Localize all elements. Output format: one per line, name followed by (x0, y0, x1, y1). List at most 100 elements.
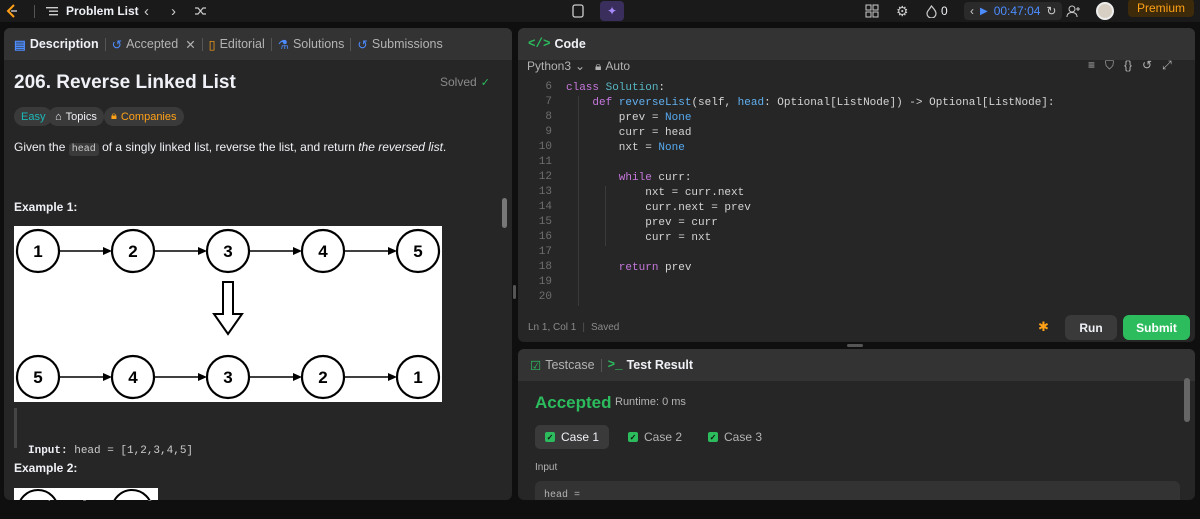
case-3-label: Case 3 (724, 430, 763, 444)
tab-submissions[interactable]: ↺ Submissions (351, 37, 448, 52)
difficulty-badge[interactable]: Easy (14, 107, 53, 126)
case-tab-3[interactable]: ✓ Case 3 (698, 425, 772, 449)
problem-description: Given the head of a singly linked list, … (14, 140, 447, 156)
premium-button[interactable]: Premium (1128, 0, 1194, 17)
layout-icon[interactable] (865, 0, 879, 22)
desc-code-head: head (68, 143, 99, 156)
companies-label: Companies (120, 110, 177, 123)
reset-icon[interactable]: ↺ (1142, 58, 1152, 73)
auto-mode-toggle[interactable]: 🔒︎ Auto (595, 59, 630, 74)
input-value-box: head = (535, 481, 1180, 501)
example-1-diagram: 1 2 3 4 5 5 4 3 2 1 (14, 226, 442, 402)
tab-test-result[interactable]: >_ Test Result (602, 358, 699, 372)
timer-collapse-icon[interactable]: ‹ (970, 4, 974, 18)
ai-sparkle-icon[interactable]: ✦ (600, 1, 624, 21)
node-label: 3 (223, 368, 232, 387)
result-scrollbar[interactable] (1184, 378, 1190, 422)
tab-testcase-label: Testcase (545, 358, 595, 372)
cursor-position: Ln 1, Col 1 (528, 322, 577, 333)
topics-tag[interactable]: ⌂ Topics (48, 107, 104, 126)
flask-icon: ⚗ (277, 37, 289, 52)
timer-reset-icon[interactable]: ↻ (1046, 4, 1056, 18)
result-panel: ☑ Testcase >_ Test Result (518, 349, 1195, 500)
case-tab-2[interactable]: ✓ Case 2 (618, 425, 692, 449)
history-icon: ↺ (111, 37, 123, 52)
code-editor[interactable]: class Solution: def reverseList(self, he… (566, 81, 1055, 306)
braces-icon[interactable]: {} (1124, 58, 1132, 73)
code-line: while curr: (566, 172, 692, 184)
line-number: 12 (538, 171, 552, 183)
code-brackets-icon: </> (528, 37, 551, 51)
problem-title[interactable]: 206. Reverse Linked List (14, 72, 236, 94)
companies-tag[interactable]: 🔒︎ Companies (104, 107, 184, 126)
case-1-label: Case 1 (561, 430, 600, 444)
tab-accepted[interactable]: ↺ Accepted ✕ (106, 37, 202, 52)
line-number: 10 (538, 141, 552, 153)
check-icon: ✓ (708, 432, 718, 442)
book-icon: ▯ (208, 37, 216, 52)
tab-description[interactable]: ▤ Description (8, 37, 105, 52)
problem-list-button[interactable]: Problem List (46, 0, 139, 22)
node-label: 3 (223, 242, 232, 261)
shuffle-icon[interactable] (194, 0, 208, 22)
tab-test-result-label: Test Result (626, 358, 694, 372)
vertical-resize-handle[interactable] (513, 285, 516, 299)
settings-gear-icon[interactable]: ⚙ (896, 0, 909, 22)
check-icon: ✓ (628, 432, 638, 442)
language-select[interactable]: Python3 ⌄ (527, 59, 585, 73)
line-number: 19 (538, 276, 552, 288)
add-user-icon[interactable] (1066, 0, 1081, 22)
solved-label: Solved (440, 75, 477, 89)
notes-icon[interactable] (571, 0, 585, 22)
tab-testcase[interactable]: ☑ Testcase (524, 358, 601, 373)
desc-period: . (442, 140, 447, 154)
line-number: 9 (545, 126, 552, 138)
code-line: return prev (566, 262, 692, 274)
close-tab-icon[interactable]: ✕ (185, 37, 195, 52)
horizontal-resize-handle[interactable] (847, 344, 863, 347)
description-tabs: ▤ Description ↺ Accepted ✕ ▯ Editorial ⚗… (4, 28, 512, 60)
lock-icon: 🔒︎ (111, 110, 117, 122)
leetcode-logo-icon[interactable] (4, 0, 20, 22)
desc-text-2: of a singly linked list, reverse the lis… (102, 140, 355, 154)
case-tab-1[interactable]: ✓ Case 1 (535, 425, 610, 449)
format-icon[interactable]: ≡ (1088, 58, 1095, 73)
lock-icon: 🔒︎ (595, 59, 602, 73)
topics-label: Topics (65, 110, 97, 123)
example-2-heading: Example 2: (14, 461, 78, 475)
submit-button[interactable]: Submit (1123, 315, 1190, 340)
play-icon[interactable]: ▶ (980, 6, 988, 17)
runtime-label: Runtime: 0 ms (615, 396, 686, 408)
next-problem-icon[interactable]: › (171, 0, 176, 22)
tab-editorial[interactable]: ▯ Editorial (203, 37, 271, 52)
checkbox-icon: ☑ (530, 358, 542, 373)
node-label: 4 (318, 242, 328, 261)
run-button[interactable]: Run (1065, 315, 1117, 340)
result-status: Accepted (535, 393, 612, 412)
line-number: 15 (538, 216, 552, 228)
flame-icon (926, 4, 937, 18)
tab-description-label: Description (29, 37, 99, 51)
debug-bug-icon[interactable]: ✱ (1038, 319, 1049, 335)
chevron-down-icon: ⌄ (575, 59, 586, 73)
editor-toolbar: ≡ ⛉ {} ↺ ⤢ (1088, 58, 1172, 73)
node-label: 4 (128, 368, 138, 387)
solved-status: Solved ✓ (440, 75, 490, 89)
tab-solutions[interactable]: ⚗ Solutions (272, 37, 351, 52)
tag-icon: ⌂ (55, 110, 62, 123)
fullscreen-icon[interactable]: ⤢ (1162, 58, 1172, 73)
example-2-diagram (14, 488, 158, 500)
bookmark-icon[interactable]: ⛉ (1105, 58, 1114, 73)
line-number: 7 (545, 96, 552, 108)
language-label: Python3 (527, 59, 572, 73)
check-circle-icon: ✓ (480, 76, 490, 89)
description-scrollbar[interactable] (502, 198, 507, 228)
streak-counter[interactable]: 0 (926, 0, 948, 22)
code-line: class Solution: (566, 82, 666, 94)
prev-problem-icon[interactable]: ‹ (144, 0, 149, 22)
tab-accepted-label: Accepted (126, 37, 179, 51)
user-avatar[interactable] (1096, 0, 1114, 22)
timer-widget[interactable]: ‹ ▶ 00:47:04 ↻ (964, 2, 1063, 20)
example-1-heading: Example 1: (14, 200, 78, 214)
